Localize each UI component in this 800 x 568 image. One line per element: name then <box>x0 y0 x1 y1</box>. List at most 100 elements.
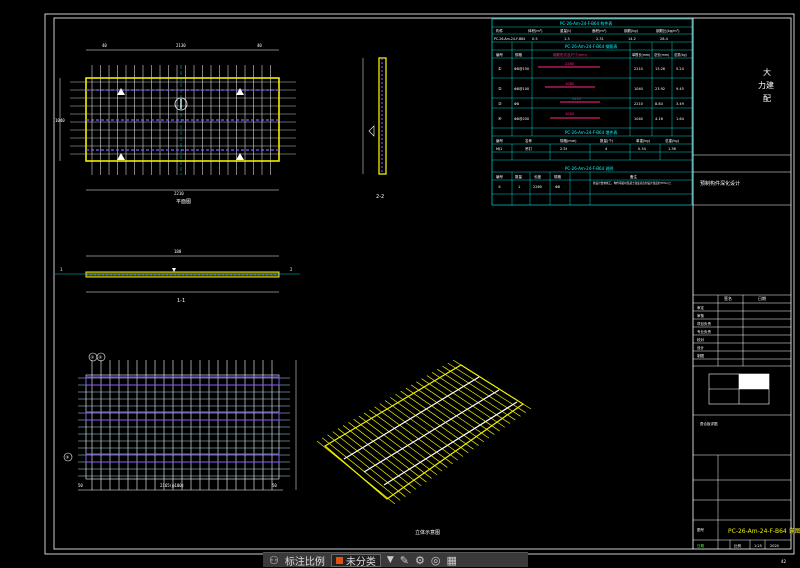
table-3-header: 数量(个) <box>600 138 614 143</box>
table-2-cell: 1040 <box>634 117 643 121</box>
cad-drawing-canvas[interactable]: 40 2130 40 2210 1040 平面图 2-2 180 1 2 1-1 <box>0 0 800 567</box>
sheet-inner-frame <box>53 17 792 550</box>
table-2-cell: 2210 <box>572 97 581 101</box>
section-1-right-label: 2 <box>290 267 293 272</box>
rebar-line <box>327 434 406 497</box>
settings-icon[interactable]: ⚙ <box>415 554 425 567</box>
table-2-cell: 4.16 <box>655 117 663 121</box>
table-3-cell: 1.36 <box>668 147 676 151</box>
table-1-title: PC-26-Am-24-F-B64 构件表 <box>560 20 612 26</box>
rebar-line <box>390 397 469 454</box>
table-2-cell: Φ8@150 <box>514 67 529 71</box>
rebar-dim-mid: 2165(@100) <box>160 483 184 488</box>
table-2-cell: ③ <box>498 101 502 106</box>
palette-icon[interactable]: ◎ <box>431 554 441 567</box>
tb-row-label: 校对 <box>697 337 705 342</box>
table-3-title: PC-26-Am-24-F-B64 埋件表 <box>565 129 617 135</box>
table-4-header: 数量 <box>515 174 523 179</box>
tb-field-label: 比例 <box>734 543 742 548</box>
layers-icon[interactable]: ⚇ <box>269 554 279 567</box>
lift-point-icon <box>172 268 176 272</box>
table-2-cell: 23.92 <box>655 87 665 91</box>
table-2-header: 规格 <box>515 52 523 57</box>
rebar-line <box>400 390 479 446</box>
plan-dim-bottom: 2210 <box>174 191 184 196</box>
table-2-cell: 2210 <box>634 102 643 106</box>
iso-view-title: 立体示意图 <box>415 529 440 536</box>
tb-field-label: 图号 <box>697 527 705 532</box>
company-name-3: 配 <box>763 94 771 103</box>
lift-point-icon <box>236 88 244 95</box>
logo-fill <box>739 374 769 389</box>
section-1-left-label: 1 <box>60 267 63 272</box>
table-4-cell: ① <box>498 185 501 189</box>
company-name-2: 力建 <box>758 80 774 90</box>
layer-name: 未分类 <box>345 556 376 568</box>
table-1-cell: 0.5 <box>532 37 538 41</box>
isometric-view: 立体示意图 <box>316 359 532 536</box>
table-4-header: 规格 <box>554 174 562 179</box>
rebar-layout-view: ① ② ③ 50 2165(@100) 50 <box>63 352 297 491</box>
lift-point-icon <box>117 88 125 95</box>
table-1-header: 重量(t) <box>560 28 572 33</box>
layer-selector[interactable]: 未分类 <box>330 553 381 568</box>
table-2-cell: Φ8@100 <box>514 87 529 91</box>
chevron-down-icon[interactable]: ▼ <box>387 555 394 565</box>
rebar-line <box>342 425 422 487</box>
plan-view: 40 2130 40 2210 1040 平面图 <box>55 43 296 205</box>
table-2-cell: 1.64 <box>676 117 685 121</box>
tb-row-label: 审定 <box>697 305 705 310</box>
plan-dim-left: 1040 <box>55 118 65 123</box>
rebar-dim-right: 50 <box>272 483 277 488</box>
title-block: 大 力建 配 预制构件深化设计 叠合板详图 签名 日期 审定 审核 项目负责 专… <box>692 18 800 564</box>
table-2-header: 单根长(mm) <box>632 52 650 57</box>
annotate-scale-button[interactable]: 标注比例 <box>285 553 325 568</box>
plan-dim-top-mid: 2130 <box>176 43 186 48</box>
table-1-header: 钢筋比(kg/m³) <box>656 28 680 33</box>
table-2-cell: Φ8@200 <box>514 117 529 121</box>
section-1-1-title: 1-1 <box>177 298 185 304</box>
tb-row-label: 项目负责 <box>697 321 711 326</box>
table-1-header: 面积(m²) <box>592 28 607 33</box>
rebar-grid-lines <box>78 360 290 490</box>
plan-dim-top-right: 40 <box>257 43 262 48</box>
drawing-scale: 1:25 <box>754 544 762 548</box>
table-3-header: 编号 <box>496 138 504 143</box>
table-2-header: 总重(kg) <box>674 52 687 57</box>
table-4-cell: 2260 <box>533 185 542 189</box>
table-2-cell: 1080 <box>565 82 574 86</box>
rebar-tag-1-text: ① <box>91 355 95 360</box>
project-name: 预制构件深化设计 <box>700 180 740 187</box>
table-1-cell: 14.2 <box>628 37 636 41</box>
rebar-line <box>322 437 401 501</box>
table-3-cell: MJ1 <box>496 147 502 151</box>
table-2-cell: 1040 <box>565 112 574 116</box>
table-3-header: 总重(kg) <box>665 138 680 143</box>
grid-icon[interactable]: ▦ <box>447 554 457 567</box>
rebar-line <box>395 393 474 450</box>
section-2-2-view: 2-2 <box>362 57 387 200</box>
table-3-cell: 吊钉 <box>525 146 533 151</box>
table-2-cell: 9.45 <box>676 87 684 91</box>
tb-row-label: 专业负责 <box>697 329 711 334</box>
table-1-cell: PC-26-Am-24-F-B64 <box>494 37 525 41</box>
rebar-line <box>447 362 526 413</box>
status-bar: ⚇ 标注比例 未分类 ▼ ✎ ⚙ ◎ ▦ <box>263 552 528 568</box>
table-2-header: 总长(mm) <box>654 52 669 57</box>
rebar-tag-2-text: ② <box>99 355 103 360</box>
rebar-line <box>384 400 464 457</box>
drawing-code: PC-26-Am-24-F-B64 详图 <box>728 527 800 535</box>
table-3-cell: 0.34 <box>638 147 647 151</box>
table-1-header: 构件 <box>496 28 504 33</box>
rebar-line <box>337 428 417 490</box>
plan-dim-top-left: 40 <box>102 43 107 48</box>
tb-row-label: 设计 <box>697 345 705 350</box>
table-1-cell: 2.31 <box>596 37 604 41</box>
rebar-tag-3-text: ③ <box>66 455 70 460</box>
table-2-cell: 3.49 <box>676 102 684 106</box>
table-4-cell: Φ8 <box>555 185 560 189</box>
schedule-tables: PC-26-Am-24-F-B64 构件表 构件 体积(m³) 重量(t) 面积… <box>491 18 693 206</box>
table-1-header: 钢筋(kg) <box>624 28 639 33</box>
snap-icon[interactable]: ✎ <box>400 554 409 567</box>
table-1-header: 体积(m³) <box>528 28 543 33</box>
